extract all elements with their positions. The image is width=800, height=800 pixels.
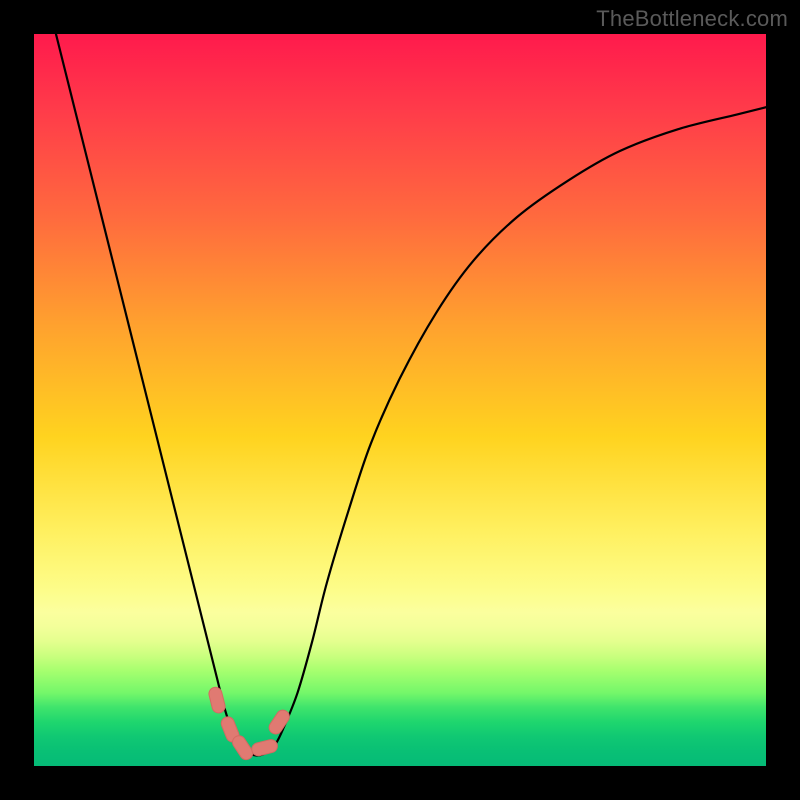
curve-marker (267, 708, 292, 737)
watermark-text: TheBottleneck.com (596, 6, 788, 32)
chart-frame: TheBottleneck.com (0, 0, 800, 800)
bottleneck-curve (56, 34, 766, 755)
curve-marker (250, 738, 278, 757)
curve-markers (208, 686, 292, 762)
curve-marker (208, 686, 227, 714)
plot-area (34, 34, 766, 766)
curve-svg (34, 34, 766, 766)
